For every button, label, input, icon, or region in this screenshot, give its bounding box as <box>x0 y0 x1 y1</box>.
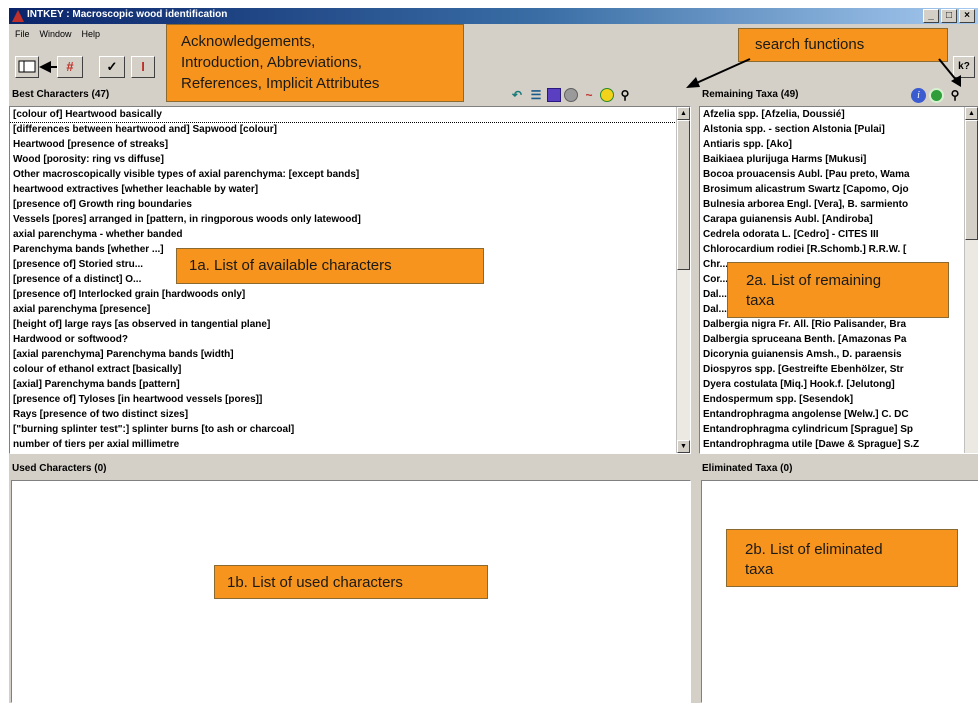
check-button[interactable]: ✓ <box>99 56 125 78</box>
character-item[interactable]: [presence of] Tyloses [in heartwood vess… <box>10 392 690 407</box>
close-button[interactable]: × <box>959 9 975 23</box>
character-item[interactable]: [height of] large rays [as observed in t… <box>10 317 690 332</box>
taxon-item[interactable]: Dalbergia nigra Fr. All. [Rio Palisander… <box>700 317 978 332</box>
callout-used-characters: 1b. List of used characters <box>214 565 488 599</box>
search-arrow-left-icon <box>686 58 751 88</box>
app-triangle-icon <box>12 10 24 22</box>
title-bar[interactable]: INTKEY : Macroscopic wood identification… <box>9 8 978 24</box>
scroll-thumb[interactable] <box>677 120 690 270</box>
taxon-item[interactable]: Brosimum alicastrum Swartz [Capomo, Ojo <box>700 182 978 197</box>
used-characters-header: Used Characters (0) <box>9 458 691 480</box>
taxon-item[interactable]: Antiaris spp. [Ako] <box>700 137 978 152</box>
hash-button[interactable]: # <box>57 56 83 78</box>
remaining-taxa-scrollbar[interactable]: ▲ <box>964 107 978 453</box>
character-item[interactable]: [axial parenchyma] Parenchyma bands [wid… <box>10 347 690 362</box>
callout-remaining-line-2: taxa <box>746 292 775 309</box>
panel-button[interactable] <box>15 56 39 78</box>
taxon-item[interactable]: Endospermum spp. [Sesendok] <box>700 392 978 407</box>
taxa-scroll-thumb[interactable] <box>965 120 978 240</box>
character-item[interactable]: number of tiers per axial millimetre <box>10 437 690 452</box>
vertical-splitter[interactable] <box>692 106 698 703</box>
callout-remaining-taxa: 2a. List of remaining taxa <box>727 262 949 318</box>
callout-top-line-1: Acknowledgements, <box>181 33 316 50</box>
yellow-circle-icon[interactable] <box>600 88 614 102</box>
search-arrow-right-icon <box>938 58 961 87</box>
taxon-item[interactable]: Cedrela odorata L. [Cedro] - CITES III <box>700 227 978 242</box>
tilde-icon[interactable]: ~ <box>581 87 597 103</box>
callout-top-line-3: References, Implicit Attributes <box>181 75 380 92</box>
character-item[interactable]: [axial] Parenchyma bands [pattern] <box>10 377 690 392</box>
character-item[interactable]: ["burning splinter test":] splinter burn… <box>10 422 690 437</box>
minimize-button[interactable]: _ <box>923 9 939 23</box>
menu-file[interactable]: File <box>15 24 30 44</box>
blue-square-icon[interactable] <box>547 88 561 102</box>
panel-icon <box>18 60 36 73</box>
character-item[interactable]: axial parenchyma - whether banded <box>10 227 690 242</box>
callout-search-functions: search functions <box>738 28 948 62</box>
taxon-item[interactable]: Baikiaea plurijuga Harms [Mukusi] <box>700 152 978 167</box>
window-controls: _ □ × <box>923 9 975 23</box>
callout-available-text: 1a. List of available characters <box>189 257 392 274</box>
used-characters-title: Used Characters (0) <box>12 463 107 474</box>
taxon-item[interactable]: Dalbergia spruceana Benth. [Amazonas Pa <box>700 332 978 347</box>
scroll-up-button[interactable]: ▲ <box>677 107 690 120</box>
lines-icon[interactable]: ☰ <box>528 87 544 103</box>
gray-circle-icon[interactable] <box>564 88 578 102</box>
callout-available-characters: 1a. List of available characters <box>176 248 484 284</box>
character-item[interactable]: colour of ethanol extract [basically] <box>10 362 690 377</box>
callout-eliminated-taxa: 2b. List of eliminated taxa <box>726 529 958 587</box>
menu-help[interactable]: Help <box>82 24 101 44</box>
eliminated-taxa-title: Eliminated Taxa (0) <box>702 463 793 474</box>
window-title: INTKEY : Macroscopic wood identification <box>27 9 228 20</box>
taxon-item[interactable]: Entandrophragma cylindricum [Sprague] Sp <box>700 422 978 437</box>
eliminated-taxa-list-box <box>701 480 978 703</box>
character-item[interactable]: [differences between heartwood and] Sapw… <box>10 122 690 137</box>
taxon-item[interactable]: Entandrophragma utile [Dawe & Sprague] S… <box>700 437 978 452</box>
character-item[interactable]: axial parenchyma [presence] <box>10 302 690 317</box>
info-button[interactable]: I <box>131 56 155 78</box>
hash-icon: # <box>66 59 74 74</box>
character-item[interactable]: heartwood extractives [whether leachable… <box>10 182 690 197</box>
character-item[interactable]: Wood [porosity: ring vs diffuse] <box>10 152 690 167</box>
callout-eliminated-line-1: 2b. List of eliminated <box>745 541 883 558</box>
app-window: INTKEY : Macroscopic wood identification… <box>8 8 978 703</box>
character-item[interactable]: [presence of] Growth ring boundaries <box>10 197 690 212</box>
callout-top-info: Acknowledgements, Introduction, Abbrevia… <box>166 24 464 102</box>
taxon-item[interactable]: Bulnesia arborea Engl. [Vera], B. sarmie… <box>700 197 978 212</box>
taxon-item[interactable]: Entandrophragma angolense [Welw.] C. DC <box>700 407 978 422</box>
info-circle-icon[interactable]: i <box>911 87 926 103</box>
character-item[interactable]: Rays [presence of two distinct sizes] <box>10 407 690 422</box>
callout-top-line-2: Introduction, Abbreviations, <box>181 54 362 71</box>
character-item[interactable]: Heartwood [presence of streaks] <box>10 137 690 152</box>
callout-remaining-line-1: 2a. List of remaining <box>746 272 882 289</box>
taxon-item[interactable]: Dyera costulata [Miq.] Hook.f. [Jelutong… <box>700 377 978 392</box>
info-icon: I <box>141 59 145 74</box>
characters-icon-strip: ↶ ☰ ~ ⚲ <box>509 87 633 103</box>
taxon-item[interactable]: Afzelia spp. [Afzelia, Doussié] <box>700 107 978 122</box>
callout-search-text: search functions <box>755 36 865 53</box>
taxon-item[interactable]: Chlorocardium rodiei [R.Schomb.] R.R.W. … <box>700 242 978 257</box>
callout-eliminated-line-2: taxa <box>745 561 774 578</box>
character-item[interactable]: [presence of] Interlocked grain [hardwoo… <box>10 287 690 302</box>
menu-window[interactable]: Window <box>40 24 72 44</box>
undo-arrow-icon[interactable]: ↶ <box>509 87 525 103</box>
taxon-item[interactable]: Dicorynia guianensis Amsh., D. paraensis <box>700 347 978 362</box>
taxa-scroll-up-button[interactable]: ▲ <box>965 107 978 120</box>
character-item[interactable]: [colour of] Heartwood basically <box>10 107 689 123</box>
taxon-item[interactable]: Diospyros spp. [Gestreifte Ebenhölzer, S… <box>700 362 978 377</box>
character-item[interactable]: Other macroscopically visible types of a… <box>10 167 690 182</box>
taxon-item[interactable]: Alstonia spp. - section Alstonia [Pulai] <box>700 122 978 137</box>
taxon-item[interactable]: Bocoa prouacensis Aubl. [Pau preto, Wama <box>700 167 978 182</box>
character-item[interactable]: Vessels [pores] arranged in [pattern, in… <box>10 212 690 227</box>
best-characters-scrollbar[interactable]: ▲ ▼ <box>676 107 690 453</box>
callout-used-text: 1b. List of used characters <box>227 574 403 591</box>
eliminated-taxa-header: Eliminated Taxa (0) <box>699 458 978 480</box>
character-item[interactable]: Hardwood or softwood? <box>10 332 690 347</box>
scroll-down-button[interactable]: ▼ <box>677 440 690 453</box>
binoculars-icon[interactable]: ⚲ <box>617 87 633 103</box>
best-characters-title: Best Characters (47) <box>12 89 110 100</box>
taxon-item[interactable]: Carapa guianensis Aubl. [Andiroba] <box>700 212 978 227</box>
check-icon: ✓ <box>106 59 118 74</box>
maximize-button[interactable]: □ <box>941 9 957 23</box>
